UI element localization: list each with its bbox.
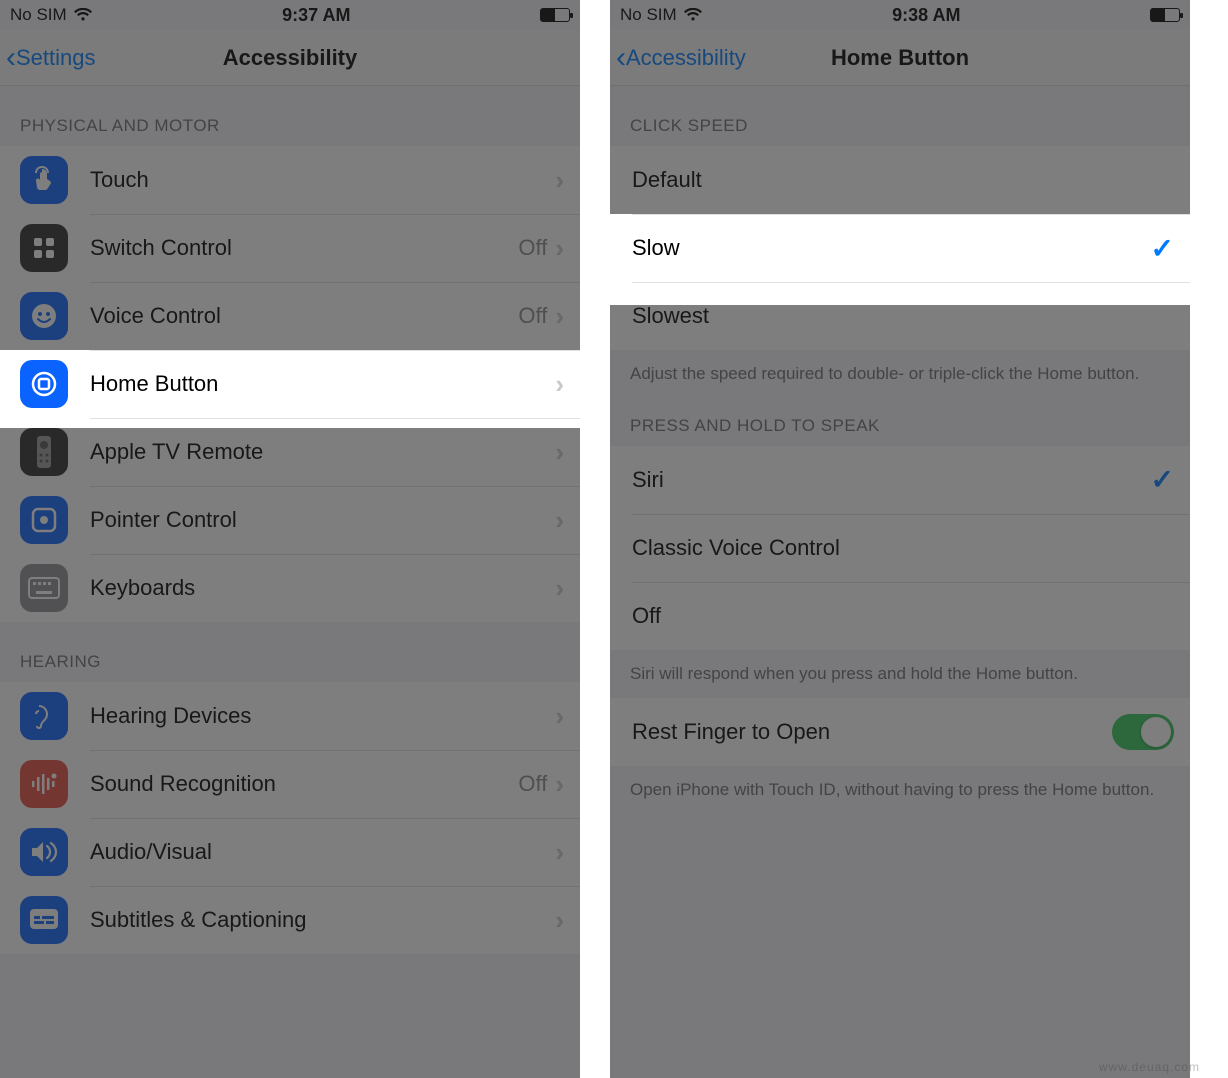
status-bar: No SIM 9:37 AM (0, 0, 580, 30)
chevron-right-icon: › (555, 301, 564, 332)
option-siri[interactable]: Siri ✓ (610, 446, 1190, 514)
chevron-right-icon: › (555, 369, 564, 400)
option-default[interactable]: Default (610, 146, 1190, 214)
list-speak: Siri ✓ Classic Voice Control Off (610, 446, 1190, 650)
option-slowest[interactable]: Slowest (610, 282, 1190, 350)
footer-rest-finger: Open iPhone with Touch ID, without havin… (610, 766, 1190, 814)
nav-bar: ‹ Settings Accessibility (0, 30, 580, 86)
option-label: Default (632, 167, 1174, 193)
chevron-right-icon: › (555, 437, 564, 468)
hearing-devices-icon (20, 692, 68, 740)
row-audio-visual[interactable]: Audio/Visual › (0, 818, 580, 886)
footer-speak: Siri will respond when you press and hol… (610, 650, 1190, 698)
chevron-right-icon: › (555, 769, 564, 800)
row-label: Audio/Visual (90, 839, 555, 865)
list-click-speed: Default Slow ✓ Slowest (610, 146, 1190, 350)
option-label: Slowest (632, 303, 1174, 329)
row-label: Pointer Control (90, 507, 555, 533)
list-hearing: Hearing Devices › Sound Recognition Off … (0, 682, 580, 954)
row-switch-control[interactable]: Switch Control Off › (0, 214, 580, 282)
row-detail: Off (518, 771, 547, 797)
chevron-left-icon: ‹ (616, 43, 626, 73)
carrier-text: No SIM (620, 5, 677, 25)
clock: 9:37 AM (282, 5, 350, 26)
back-label: Accessibility (626, 45, 746, 71)
row-keyboards[interactable]: Keyboards › (0, 554, 580, 622)
row-label: Home Button (90, 371, 555, 397)
wifi-icon (73, 8, 93, 22)
section-header-click-speed: CLICK SPEED (610, 86, 1190, 146)
wifi-icon (683, 8, 703, 22)
row-label: Sound Recognition (90, 771, 518, 797)
row-hearing-devices[interactable]: Hearing Devices › (0, 682, 580, 750)
footer-click-speed: Adjust the speed required to double- or … (610, 350, 1190, 398)
row-detail: Off (518, 235, 547, 261)
row-rest-finger[interactable]: Rest Finger to Open (610, 698, 1190, 766)
option-label: Slow (632, 235, 1151, 261)
left-phone: No SIM 9:37 AM ‹ Settings Accessibility … (0, 0, 580, 1078)
switch-control-icon (20, 224, 68, 272)
row-label: Voice Control (90, 303, 518, 329)
list-physical: Touch › Switch Control Off › Voice Contr… (0, 146, 580, 622)
row-detail: Off (518, 303, 547, 329)
row-apple-tv-remote[interactable]: Apple TV Remote › (0, 418, 580, 486)
row-label: Subtitles & Captioning (90, 907, 555, 933)
chevron-right-icon: › (555, 573, 564, 604)
option-classic-voice-control[interactable]: Classic Voice Control (610, 514, 1190, 582)
keyboards-icon (20, 564, 68, 612)
row-sound-recognition[interactable]: Sound Recognition Off › (0, 750, 580, 818)
subtitles-icon (20, 896, 68, 944)
row-subtitles[interactable]: Subtitles & Captioning › (0, 886, 580, 954)
row-label: Apple TV Remote (90, 439, 555, 465)
chevron-right-icon: › (555, 505, 564, 536)
option-label: Siri (632, 467, 1151, 493)
battery-icon (1150, 8, 1180, 22)
right-phone: No SIM 9:38 AM ‹ Accessibility Home Butt… (610, 0, 1190, 1078)
chevron-right-icon: › (555, 233, 564, 264)
option-label: Classic Voice Control (632, 535, 1174, 561)
audio-visual-icon (20, 828, 68, 876)
clock: 9:38 AM (892, 5, 960, 26)
row-label: Rest Finger to Open (632, 719, 1112, 745)
option-slow[interactable]: Slow ✓ (610, 214, 1190, 282)
status-bar: No SIM 9:38 AM (610, 0, 1190, 30)
section-header-hearing: HEARING (0, 622, 580, 682)
row-label: Touch (90, 167, 555, 193)
checkmark-icon: ✓ (1151, 232, 1174, 265)
section-header-physical: PHYSICAL AND MOTOR (0, 86, 580, 146)
apple-tv-remote-icon (20, 428, 68, 476)
chevron-right-icon: › (555, 165, 564, 196)
list-rest-finger: Rest Finger to Open (610, 698, 1190, 766)
section-header-speak: PRESS AND HOLD TO SPEAK (610, 398, 1190, 446)
row-voice-control[interactable]: Voice Control Off › (0, 282, 580, 350)
sound-recognition-icon (20, 760, 68, 808)
row-label: Keyboards (90, 575, 555, 601)
carrier-text: No SIM (10, 5, 67, 25)
chevron-left-icon: ‹ (6, 43, 16, 73)
back-button[interactable]: ‹ Accessibility (610, 43, 754, 73)
row-touch[interactable]: Touch › (0, 146, 580, 214)
option-off[interactable]: Off (610, 582, 1190, 650)
watermark: www.deuaq.com (1099, 1060, 1200, 1074)
chevron-right-icon: › (555, 701, 564, 732)
nav-bar: ‹ Accessibility Home Button (610, 30, 1190, 86)
row-pointer-control[interactable]: Pointer Control › (0, 486, 580, 554)
checkmark-icon: ✓ (1151, 463, 1174, 496)
chevron-right-icon: › (555, 905, 564, 936)
back-label: Settings (16, 45, 96, 71)
row-label: Switch Control (90, 235, 518, 261)
row-label: Hearing Devices (90, 703, 555, 729)
pointer-control-icon (20, 496, 68, 544)
chevron-right-icon: › (555, 837, 564, 868)
toggle-rest-finger[interactable] (1112, 714, 1174, 750)
back-button[interactable]: ‹ Settings (0, 43, 104, 73)
home-button-icon (20, 360, 68, 408)
voice-control-icon (20, 292, 68, 340)
touch-icon (20, 156, 68, 204)
option-label: Off (632, 603, 1174, 629)
row-home-button[interactable]: Home Button › (0, 350, 580, 418)
battery-icon (540, 8, 570, 22)
